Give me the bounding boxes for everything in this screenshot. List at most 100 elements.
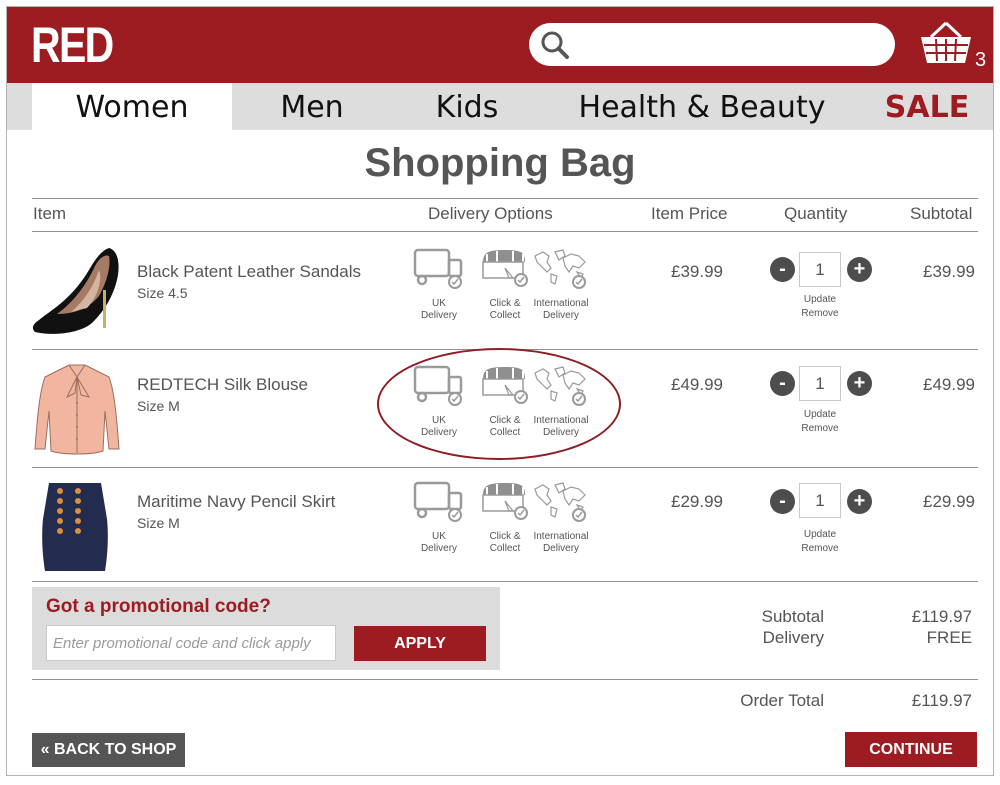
delivery-option-label: UK (432, 531, 446, 542)
column-header-price: Item Price (651, 204, 728, 223)
delivery-option[interactable]: International Delivery (531, 481, 591, 555)
nav-item-kids[interactable]: Kids (412, 83, 522, 130)
update-link[interactable]: Update (790, 529, 850, 540)
remove-link[interactable]: Remove (790, 423, 850, 434)
remove-link[interactable]: Remove (790, 308, 850, 319)
delivery-option[interactable]: Click & Collect (475, 365, 535, 439)
nav-item-health-beauty[interactable]: Health & Beauty (572, 83, 832, 130)
apply-button[interactable]: APPLY (354, 626, 486, 661)
product-image-skirt[interactable] (37, 479, 117, 574)
divider (32, 679, 978, 680)
nav-item-men[interactable]: Men (247, 83, 377, 130)
quantity-input[interactable] (799, 366, 841, 401)
nav-item-sale[interactable]: SALE (877, 83, 977, 130)
delivery-option[interactable]: Click & Collect (475, 481, 535, 555)
world-map-icon (534, 482, 586, 522)
update-link[interactable]: Update (790, 409, 850, 420)
truck-icon (413, 248, 463, 289)
product-image-sandals[interactable] (31, 240, 123, 335)
column-header-quantity: Quantity (784, 204, 848, 223)
header-bar: RED 3 (7, 7, 993, 83)
search-icon[interactable] (539, 29, 571, 61)
delivery-option-label: UK (432, 415, 446, 426)
delivery-option[interactable]: UK Delivery (409, 365, 469, 439)
basket-icon (921, 21, 971, 63)
quantity-input[interactable] (799, 483, 841, 518)
product-name[interactable]: Maritime Navy Pencil Skirt (137, 492, 335, 512)
product-name[interactable]: Black Patent Leather Sandals (137, 262, 361, 282)
store-icon (482, 367, 528, 404)
delivery-option-label: Collect (489, 427, 521, 438)
quantity-decrease-button[interactable]: - (770, 489, 795, 514)
quantity-input[interactable] (799, 252, 841, 287)
column-header-item: Item (33, 204, 67, 223)
delivery-option-label: International (533, 531, 589, 542)
back-to-shop-button[interactable]: « BACK TO SHOP (32, 733, 185, 767)
column-header-delivery: Delivery Options (428, 204, 553, 223)
search-box[interactable] (529, 23, 895, 66)
table-row: Maritime Navy Pencil Skirt Size M UK Deli… (7, 467, 993, 581)
logo[interactable]: RED (31, 17, 114, 73)
delivery-label: Delivery (762, 628, 824, 647)
delivery-option[interactable]: UK Delivery (409, 481, 469, 555)
delivery-option-label: Click & (489, 531, 521, 542)
quantity-increase-button[interactable]: + (847, 257, 872, 282)
category-nav: Women Men Kids Health & Beauty SALE (7, 83, 993, 130)
delivery-option[interactable]: International Delivery (531, 248, 591, 322)
world-map-icon (534, 366, 586, 406)
divider (32, 198, 978, 199)
delivery-option[interactable]: Click & Collect (475, 248, 535, 322)
delivery-option-label: Delivery (542, 310, 580, 321)
world-map-icon (534, 249, 586, 289)
divider (32, 581, 978, 582)
delivery-option[interactable]: International Delivery (531, 365, 591, 439)
subtotal-value: £119.97 (911, 607, 972, 626)
delivery-option-label: International (533, 298, 589, 309)
promo-code-panel: Got a promotional code? APPLY (32, 587, 500, 670)
delivery-option-label: Delivery (542, 427, 580, 438)
product-size: Size 4.5 (137, 285, 188, 301)
delivery-option[interactable]: UK Delivery (409, 248, 469, 322)
quantity-increase-button[interactable]: + (847, 371, 872, 396)
search-input[interactable] (577, 29, 877, 59)
quantity-decrease-button[interactable]: - (770, 371, 795, 396)
delivery-option-label: Delivery (420, 310, 458, 321)
row-subtotal: £39.99 (923, 262, 975, 281)
delivery-option-label: Delivery (542, 543, 580, 554)
quantity-decrease-button[interactable]: - (770, 257, 795, 282)
truck-icon (413, 481, 463, 522)
delivery-value: FREE (926, 628, 972, 647)
delivery-option-label: Collect (489, 310, 521, 321)
promo-code-input[interactable] (46, 625, 336, 661)
update-link[interactable]: Update (790, 294, 850, 305)
store-icon (482, 483, 528, 520)
product-name[interactable]: REDTECH Silk Blouse (137, 375, 308, 395)
delivery-option-label: UK (432, 298, 446, 309)
delivery-option-label: International (533, 415, 589, 426)
remove-link[interactable]: Remove (790, 543, 850, 554)
nav-item-women[interactable]: Women (32, 83, 232, 130)
column-header-subtotal: Subtotal (910, 204, 973, 223)
row-subtotal: £29.99 (923, 492, 975, 511)
delivery-option-label: Click & (489, 298, 521, 309)
table-row: REDTECH Silk Blouse Size M UK Delivery Cli… (7, 349, 993, 466)
promo-title: Got a promotional code? (46, 596, 271, 617)
row-subtotal: £49.99 (923, 375, 975, 394)
truck-icon (413, 365, 463, 406)
store-icon (482, 250, 528, 287)
basket-count: 3 (975, 49, 987, 71)
product-size: Size M (137, 515, 180, 531)
item-price: £49.99 (671, 375, 723, 394)
continue-button[interactable]: CONTINUE (845, 732, 977, 767)
delivery-option-label: Delivery (420, 543, 458, 554)
basket-button[interactable]: 3 (919, 21, 986, 71)
item-price: £39.99 (671, 262, 723, 281)
order-total-label: Order Total (740, 691, 824, 710)
item-price: £29.99 (671, 492, 723, 511)
quantity-increase-button[interactable]: + (847, 489, 872, 514)
product-image-blouse[interactable] (31, 363, 123, 458)
page-title: Shopping Bag (364, 141, 636, 185)
delivery-option-label: Delivery (420, 427, 458, 438)
product-size: Size M (137, 398, 180, 414)
delivery-option-label: Collect (489, 543, 521, 554)
